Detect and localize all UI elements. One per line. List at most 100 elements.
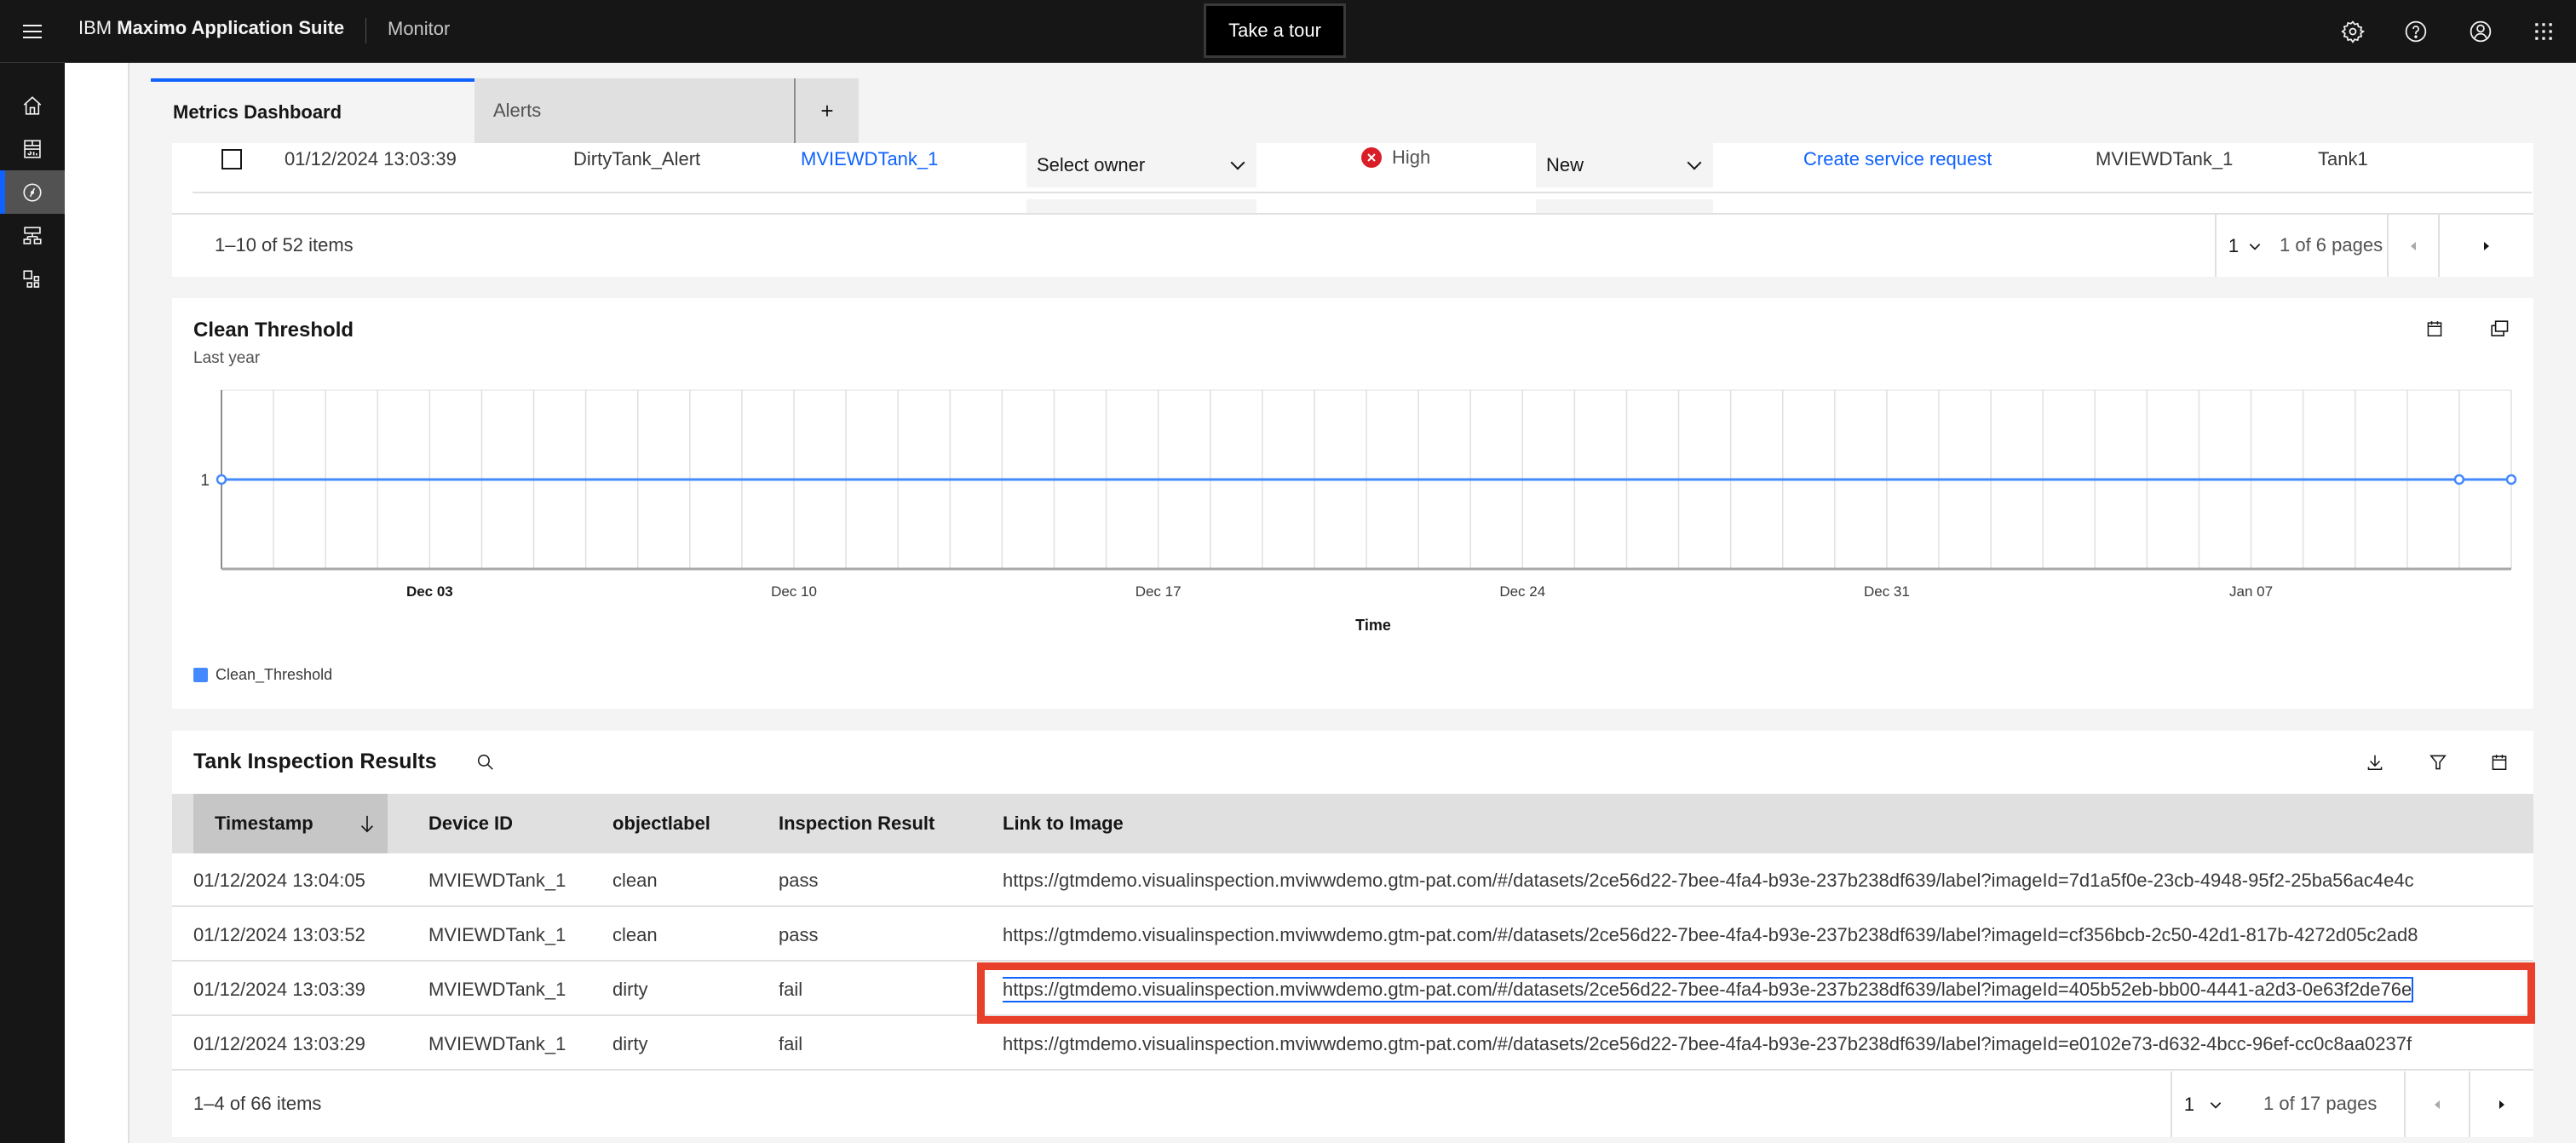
cell-inspection-result-text: fail [779,1032,803,1054]
cell-timestamp: 01/12/2024 13:03:29 [193,1017,365,1071]
tab-metrics-dashboard[interactable]: Metrics Dashboard [151,78,474,143]
cell-inspection-result-text: pass [779,923,819,945]
cell-objectlabel: clean [612,908,658,962]
tab-alerts[interactable]: Alerts [474,78,796,143]
sidebar-item-hierarchy[interactable] [0,214,65,257]
cell-objectlabel-text: dirty [612,1032,648,1054]
tank-inspection-card: Tank Inspection Results Timestamp Device… [172,731,2533,1137]
table-row: 01/12/2024 13:03:29 MVIEWDTank_1 dirty fail… [172,1017,2533,1071]
next-page-button[interactable] [2438,215,2533,277]
alert-device-id: MVIEWDTank_1 [2096,148,2234,169]
error-filled-icon [1361,147,1382,168]
cell-image-link[interactable]: https://gtmdemo.visualinspection.mviwwde… [1003,853,2533,907]
cell-timestamp: 01/12/2024 13:04:05 [193,853,365,907]
cell-device-link-text: MVIEWDTank_1 [428,1032,566,1054]
pagination-divider [172,213,2533,215]
filter-icon[interactable] [2421,745,2455,779]
cell-device-link-text: MVIEWDTank_1 [428,923,566,945]
column-header-link-to-image[interactable]: Link to Image [1003,794,1124,853]
sidebar-item-home[interactable] [0,83,65,127]
search-icon[interactable] [469,745,503,779]
status-select[interactable]: New [1536,143,1713,187]
caret-left-icon [2411,241,2416,250]
data-point [2453,474,2465,485]
pagination-pages: 1 of 6 pages [2280,234,2383,256]
cell-image-link-text: https://gtmdemo.visualinspection.mviwwde… [1003,869,2414,891]
page-select[interactable]: 1 [2171,1071,2235,1137]
cell-objectlabel-text: dirty [612,978,648,1000]
severity-indicator: High [1361,146,1430,169]
cell-image-link[interactable]: https://gtmdemo.visualinspection.mviwwde… [1003,1017,2533,1071]
pagination-pages: 1 of 17 pages [2263,1093,2378,1114]
alert-timestamp: 01/12/2024 13:03:39 [285,148,457,169]
cell-device-link[interactable]: MVIEWDTank_1 [428,1017,566,1071]
table-row: 01/12/2024 13:03:52 MVIEWDTank_1 clean pass… [172,908,2533,962]
hamburger-menu-button[interactable] [15,14,49,49]
settings-icon[interactable] [2336,14,2370,49]
cell-objectlabel: dirty [612,962,648,1016]
page-select[interactable]: 1 [2215,215,2274,277]
app-switcher-icon[interactable] [2527,14,2561,49]
column-header-objectlabel[interactable]: objectlabel [612,794,710,853]
prev-page-button[interactable] [2387,215,2438,277]
cell-timestamp-text: 01/12/2024 13:03:52 [193,923,365,945]
caret-left-icon [2435,1100,2440,1109]
cell-image-link[interactable]: https://gtmdemo.visualinspection.mviwwde… [1003,962,2533,1016]
data-point [216,474,227,485]
table-header-row: Timestamp Device ID objectlabel Inspecti… [172,794,2533,853]
next-page-button[interactable] [2469,1071,2533,1137]
sidebar-item-dashboards[interactable] [0,127,65,170]
compass-icon [23,182,42,202]
cell-objectlabel: clean [612,853,658,907]
user-icon[interactable] [2464,14,2498,49]
table-row: 01/12/2024 13:04:05 MVIEWDTank_1 clean pass… [172,853,2533,907]
column-header-label: Timestamp [215,813,313,834]
owner-select-value: Select owner [1037,154,1146,175]
table-title: Tank Inspection Results [193,750,437,773]
prev-page-button[interactable] [2404,1071,2469,1137]
brand-name: Maximo Application Suite [117,17,345,38]
cell-device-link[interactable]: MVIEWDTank_1 [428,908,566,962]
brand-title: IBM Maximo Application Suite [78,17,344,39]
cell-image-link[interactable]: https://gtmdemo.visualinspection.mviwwde… [1003,908,2533,962]
alert-row: 01/12/2024 13:03:39 DirtyTank_Alert MVIE… [172,143,2533,192]
status-select-value: New [1546,154,1584,175]
cell-device-link[interactable]: MVIEWDTank_1 [428,853,566,907]
cell-inspection-result: fail [779,1017,802,1071]
data-point [2505,474,2517,485]
column-header-device-id[interactable]: Device ID [428,794,513,853]
legend-swatch [193,668,208,682]
create-service-request-link[interactable]: Create service request [1803,148,1992,170]
add-tab-button[interactable]: + [796,78,859,143]
caret-right-icon [2499,1100,2504,1109]
table-row: 01/12/2024 13:03:39 MVIEWDTank_1 dirty fail… [172,962,2533,1016]
cell-inspection-result: pass [779,908,818,962]
home-icon [23,95,42,115]
help-icon[interactable] [2399,14,2433,49]
alert-name: DirtyTank_Alert [573,148,701,169]
sidebar-item-monitor[interactable] [0,170,65,214]
x-tick-label: Dec 31 [1864,583,1910,600]
cell-device-link[interactable]: MVIEWDTank_1 [428,962,566,1016]
severity-label: High [1392,146,1431,168]
calendar-icon[interactable] [2482,745,2516,779]
alert-device-link[interactable]: MVIEWDTank_1 [801,148,938,170]
chevron-down-icon [1230,155,1245,170]
row-checkbox[interactable] [221,149,242,169]
pagination-range: 1–4 of 66 items [193,1093,322,1114]
arrow-down-icon [360,815,374,833]
x-tick-label: Dec 24 [1499,583,1545,600]
cell-image-link-text: https://gtmdemo.visualinspection.mviwwde… [1003,923,2418,945]
cell-objectlabel-text: clean [612,869,658,891]
sidebar-item-devices[interactable] [0,257,65,301]
legend-label[interactable]: Clean_Threshold [216,666,332,684]
download-icon[interactable] [2358,745,2392,779]
column-header-timestamp[interactable]: Timestamp [193,794,388,853]
column-header-inspection-result[interactable]: Inspection Result [779,794,934,853]
cell-timestamp-text: 01/12/2024 13:03:29 [193,1032,365,1054]
owner-select[interactable]: Select owner [1026,143,1256,187]
page-select-value: 1 [2228,234,2240,256]
cell-device-link-text: MVIEWDTank_1 [428,869,566,891]
take-a-tour-button[interactable]: Take a tour [1204,3,1346,58]
chevron-down-icon [2249,243,2261,250]
